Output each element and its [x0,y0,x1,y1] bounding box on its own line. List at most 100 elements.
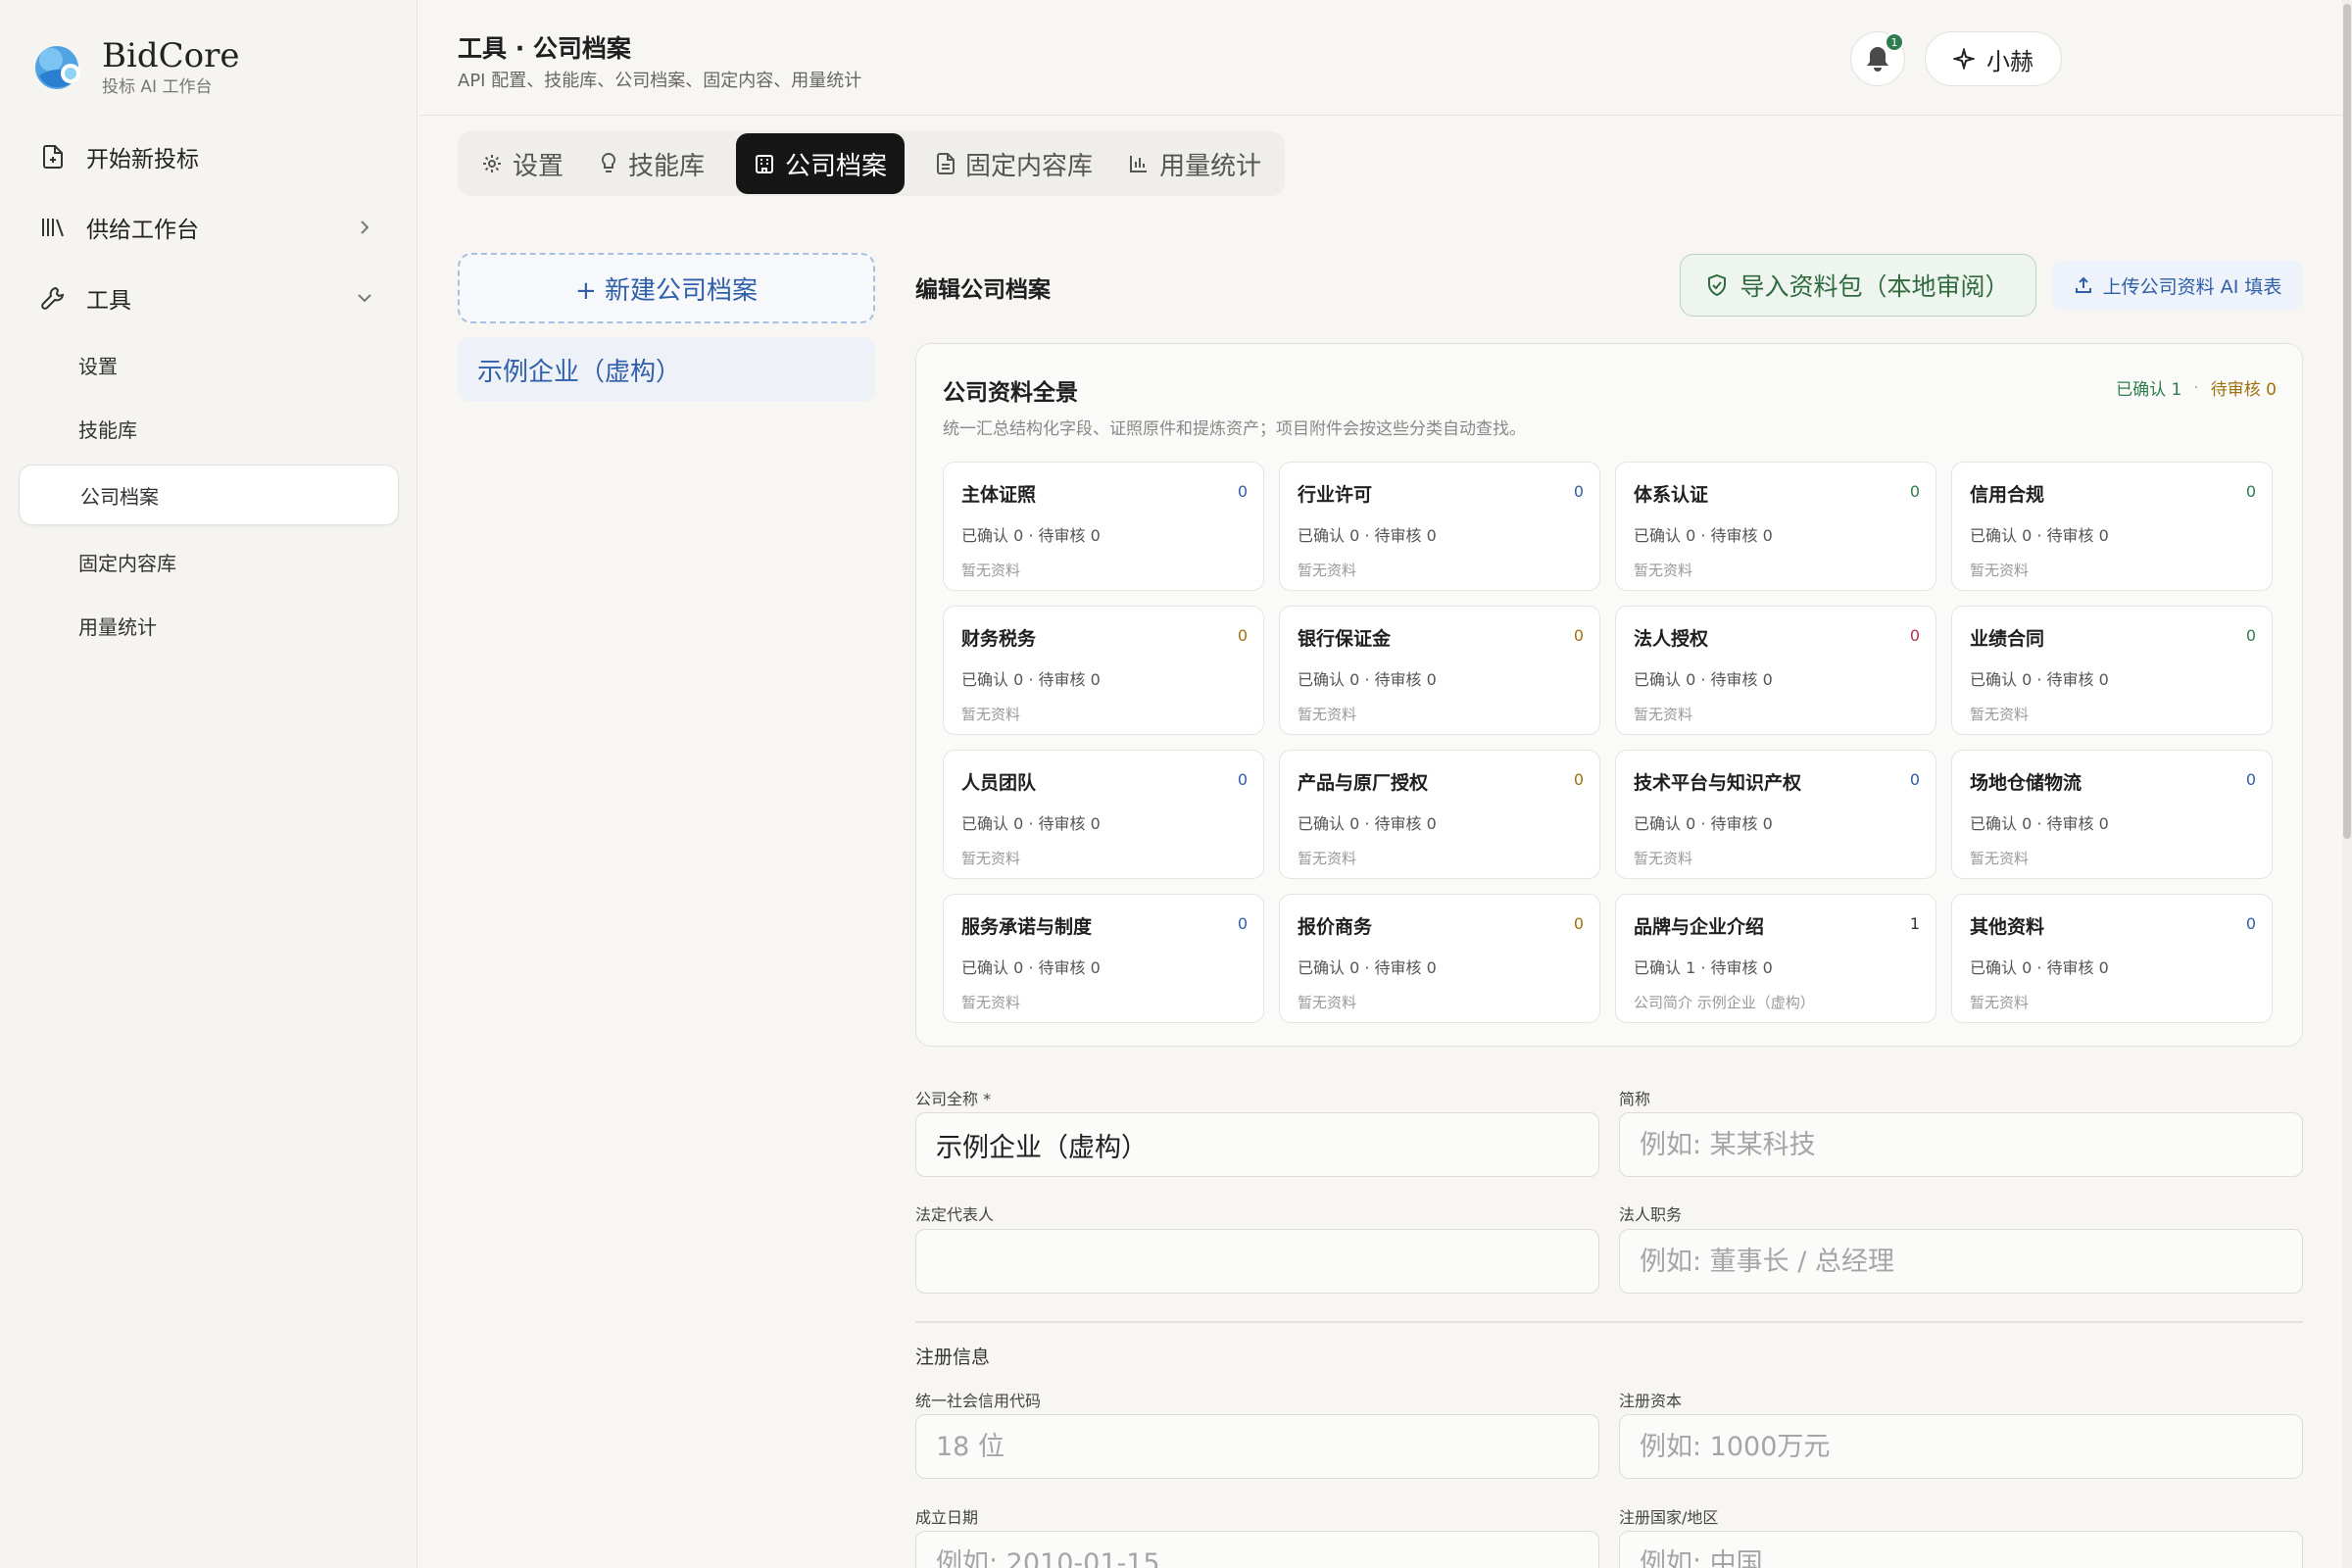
form-divider [915,1321,2303,1323]
category-card[interactable]: 财务税务 0 已确认 0 · 待审核 0 暂无资料 [943,606,1264,735]
legal-rep-label: 法定代表人 [915,1205,995,1224]
tab-usage[interactable]: 用量统计 [1110,133,1279,194]
category-card[interactable]: 体系认证 0 已确认 0 · 待审核 0 暂无资料 [1615,462,1936,591]
page-header: 工具 · 公司档案 API 配置、技能库、公司档案、固定内容、用量统计 1 小赫 [419,0,2352,116]
user-button[interactable]: 小赫 [1925,31,2062,86]
tab-skills-label: 技能库 [628,151,706,181]
category-card[interactable]: 主体证照 0 已确认 0 · 待审核 0 暂无资料 [943,462,1264,591]
category-card[interactable]: 服务承诺与制度 0 已确认 0 · 待审核 0 暂无资料 [943,894,1264,1023]
category-card[interactable]: 产品与原厂授权 0 已确认 0 · 待审核 0 暂无资料 [1279,750,1600,879]
scrollbar-thumb[interactable] [2343,4,2351,839]
category-card[interactable]: 业绩合同 0 已确认 0 · 待审核 0 暂无资料 [1951,606,2273,735]
category-count: 0 [1909,626,1920,645]
category-title: 行业许可 [1298,484,1373,506]
category-title: 服务承诺与制度 [961,916,1093,938]
category-title: 法人授权 [1634,628,1709,650]
category-card[interactable]: 技术平台与知识产权 0 已确认 0 · 待审核 0 暂无资料 [1615,750,1936,879]
tab-company-profile-label: 公司档案 [785,151,888,181]
brand[interactable]: BidCore 投标 AI 工作台 [31,37,239,98]
category-note: 暂无资料 [961,850,1021,867]
found-date-input[interactable] [915,1531,1599,1568]
short-name-input[interactable] [1619,1112,2303,1177]
import-package-button[interactable]: 导入资料包（本地审阅） [1680,254,2036,317]
category-card[interactable]: 信用合规 0 已确认 0 · 待审核 0 暂无资料 [1951,462,2273,591]
sidebar-item-company-profile[interactable]: 公司档案 [19,465,399,525]
tab-fixed-content[interactable]: 固定内容库 [918,133,1110,194]
import-package-label: 导入资料包（本地审阅） [1740,272,2010,301]
notification-badge: 1 [1885,32,1904,52]
wrench-icon [39,284,67,312]
category-grid: 主体证照 0 已确认 0 · 待审核 0 暂无资料 行业许可 0 已确认 0 · 待审核 0… [943,462,2273,1023]
sidebar-item-usage[interactable]: 用量统计 [18,598,400,653]
sidebar-item-settings[interactable]: 设置 [18,337,400,392]
tab-settings-label: 设置 [513,151,564,181]
lightbulb-icon [601,152,616,172]
category-card[interactable]: 报价商务 0 已确认 0 · 待审核 0 暂无资料 [1279,894,1600,1023]
category-title: 体系认证 [1634,484,1709,506]
registration-section-label: 注册信息 [915,1347,991,1368]
category-card[interactable]: 场地仓储物流 0 已确认 0 · 待审核 0 暂无资料 [1951,750,2273,879]
nav-new-bid[interactable]: 开始新投标 [18,125,400,188]
category-card[interactable]: 行业许可 0 已确认 0 · 待审核 0 暂无资料 [1279,462,1600,591]
new-company-button[interactable]: + 新建公司档案 [458,253,875,323]
library-icon [39,214,67,241]
overview-description: 统一汇总结构化字段、证照原件和提炼资产；项目附件会按这些分类自动查找。 [943,419,1526,439]
new-document-icon [39,143,67,171]
category-note: 暂无资料 [1634,562,1693,579]
category-meta: 已确认 0 · 待审核 0 [1634,526,1773,545]
company-list-item[interactable]: 示例企业（虚构） [458,337,875,402]
nav-workbench[interactable]: 供给工作台 [18,196,400,259]
tab-company-profile[interactable]: 公司档案 [736,133,906,194]
category-meta: 已确认 1 · 待审核 0 [1634,958,1773,977]
tab-skills[interactable]: 技能库 [581,133,722,194]
category-meta: 已确认 0 · 待审核 0 [961,526,1101,545]
legal-title-input[interactable] [1619,1229,2303,1294]
upload-ai-fill-label: 上传公司资料 AI 填表 [2102,275,2282,298]
category-count: 0 [1237,914,1248,933]
category-count: 0 [1237,482,1248,501]
category-card[interactable]: 品牌与企业介绍 1 已确认 1 · 待审核 0 公司简介 示例企业（虚构） [1615,894,1936,1023]
tab-settings[interactable]: 设置 [464,133,581,194]
reg-capital-input[interactable] [1619,1414,2303,1479]
category-count: 1 [1909,914,1920,933]
category-card[interactable]: 其他资料 0 已确认 0 · 待审核 0 暂无资料 [1951,894,2273,1023]
category-count: 0 [1237,770,1248,789]
bidcore-logo-icon [35,46,80,89]
category-count: 0 [1573,626,1584,645]
category-card[interactable]: 人员团队 0 已确认 0 · 待审核 0 暂无资料 [943,750,1264,879]
nav-tools[interactable]: 工具 [18,267,400,329]
category-count: 0 [1573,914,1584,933]
category-note: 暂无资料 [1298,706,1357,723]
credit-code-input[interactable] [915,1414,1599,1479]
sidebar-item-skills[interactable]: 技能库 [18,401,400,456]
full-name-input[interactable] [915,1112,1599,1177]
category-card[interactable]: 银行保证金 0 已确认 0 · 待审核 0 暂无资料 [1279,606,1600,735]
tab-fixed-content-label: 固定内容库 [965,151,1094,181]
sidebar-item-fixed-content[interactable]: 固定内容库 [18,534,400,589]
page-title: 工具 · 公司档案 [458,34,631,63]
category-note: 暂无资料 [961,706,1021,723]
category-note: 暂无资料 [1970,850,2030,867]
reg-capital-label: 注册资本 [1619,1392,1683,1410]
chevron-down-icon [358,294,371,303]
notification-button[interactable]: 1 [1850,31,1905,86]
category-meta: 已确认 0 · 待审核 0 [961,958,1101,977]
overview-title: 公司资料全景 [943,380,1078,406]
reg-country-input[interactable] [1619,1531,2303,1568]
upload-icon [2075,276,2091,293]
page-scrollbar[interactable] [2342,0,2352,1568]
category-title: 财务税务 [961,628,1037,650]
category-count: 0 [2245,770,2256,789]
category-note: 暂无资料 [1634,706,1693,723]
category-count: 0 [2245,626,2256,645]
category-card[interactable]: 法人授权 0 已确认 0 · 待审核 0 暂无资料 [1615,606,1936,735]
category-title: 品牌与企业介绍 [1634,916,1765,938]
found-date-label: 成立日期 [915,1508,979,1527]
credit-code-label: 统一社会信用代码 [915,1392,1042,1410]
confirmed-count: 已确认 1 [2116,380,2182,400]
legal-rep-input[interactable] [915,1229,1599,1294]
category-meta: 已确认 0 · 待审核 0 [961,814,1101,833]
chevron-right-icon [361,220,369,234]
tool-tabs: 设置 技能库 公司档案 固定内容库 用量统计 [458,131,1286,196]
upload-ai-fill-button[interactable]: 上传公司资料 AI 填表 [2052,261,2303,310]
